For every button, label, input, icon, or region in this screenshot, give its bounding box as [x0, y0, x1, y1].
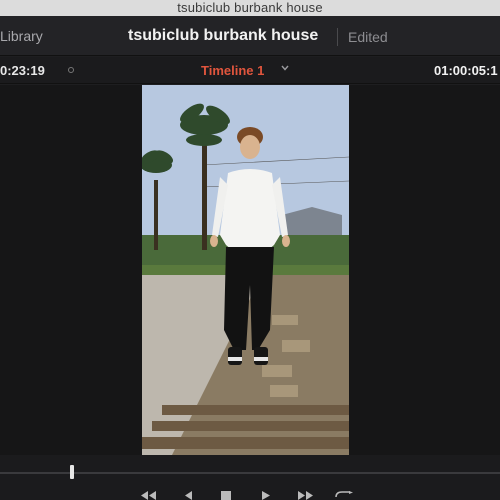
app-header: Library tsubiclub burbank house Edited — [0, 16, 500, 56]
loop-icon[interactable] — [334, 491, 354, 500]
scrubber-bar[interactable] — [0, 455, 500, 500]
edit-status: Edited — [348, 29, 388, 45]
record-timecode: 01:00:05:1 — [434, 63, 498, 78]
app-window: tsubiclub burbank house Library tsubiclu… — [0, 0, 500, 500]
step-back-icon[interactable] — [182, 491, 194, 500]
video-frame — [142, 85, 349, 455]
stop-icon[interactable] — [221, 491, 231, 500]
transport-controls — [0, 491, 500, 500]
os-title-bar: tsubiclub burbank house — [0, 0, 500, 16]
project-title: tsubiclub burbank house — [128, 27, 319, 44]
viewer-toolbar: 0:23:19 Timeline 1 01:00:05:1 — [0, 57, 500, 84]
play-icon[interactable] — [260, 491, 272, 500]
playhead[interactable] — [70, 465, 74, 479]
scrub-track[interactable] — [0, 472, 500, 474]
title-divider — [337, 28, 338, 46]
os-window-title: tsubiclub burbank house — [177, 0, 323, 15]
skip-back-icon[interactable] — [138, 491, 158, 500]
chevron-down-icon[interactable] — [280, 63, 290, 73]
video-viewer[interactable] — [0, 85, 500, 455]
timeline-selector[interactable]: Timeline 1 — [201, 63, 264, 78]
skip-forward-icon[interactable] — [296, 491, 316, 500]
video-frame-image — [142, 85, 349, 455]
dot-icon[interactable] — [68, 67, 74, 73]
source-timecode: 0:23:19 — [0, 63, 45, 78]
media-library-tab[interactable]: Library — [0, 28, 43, 44]
